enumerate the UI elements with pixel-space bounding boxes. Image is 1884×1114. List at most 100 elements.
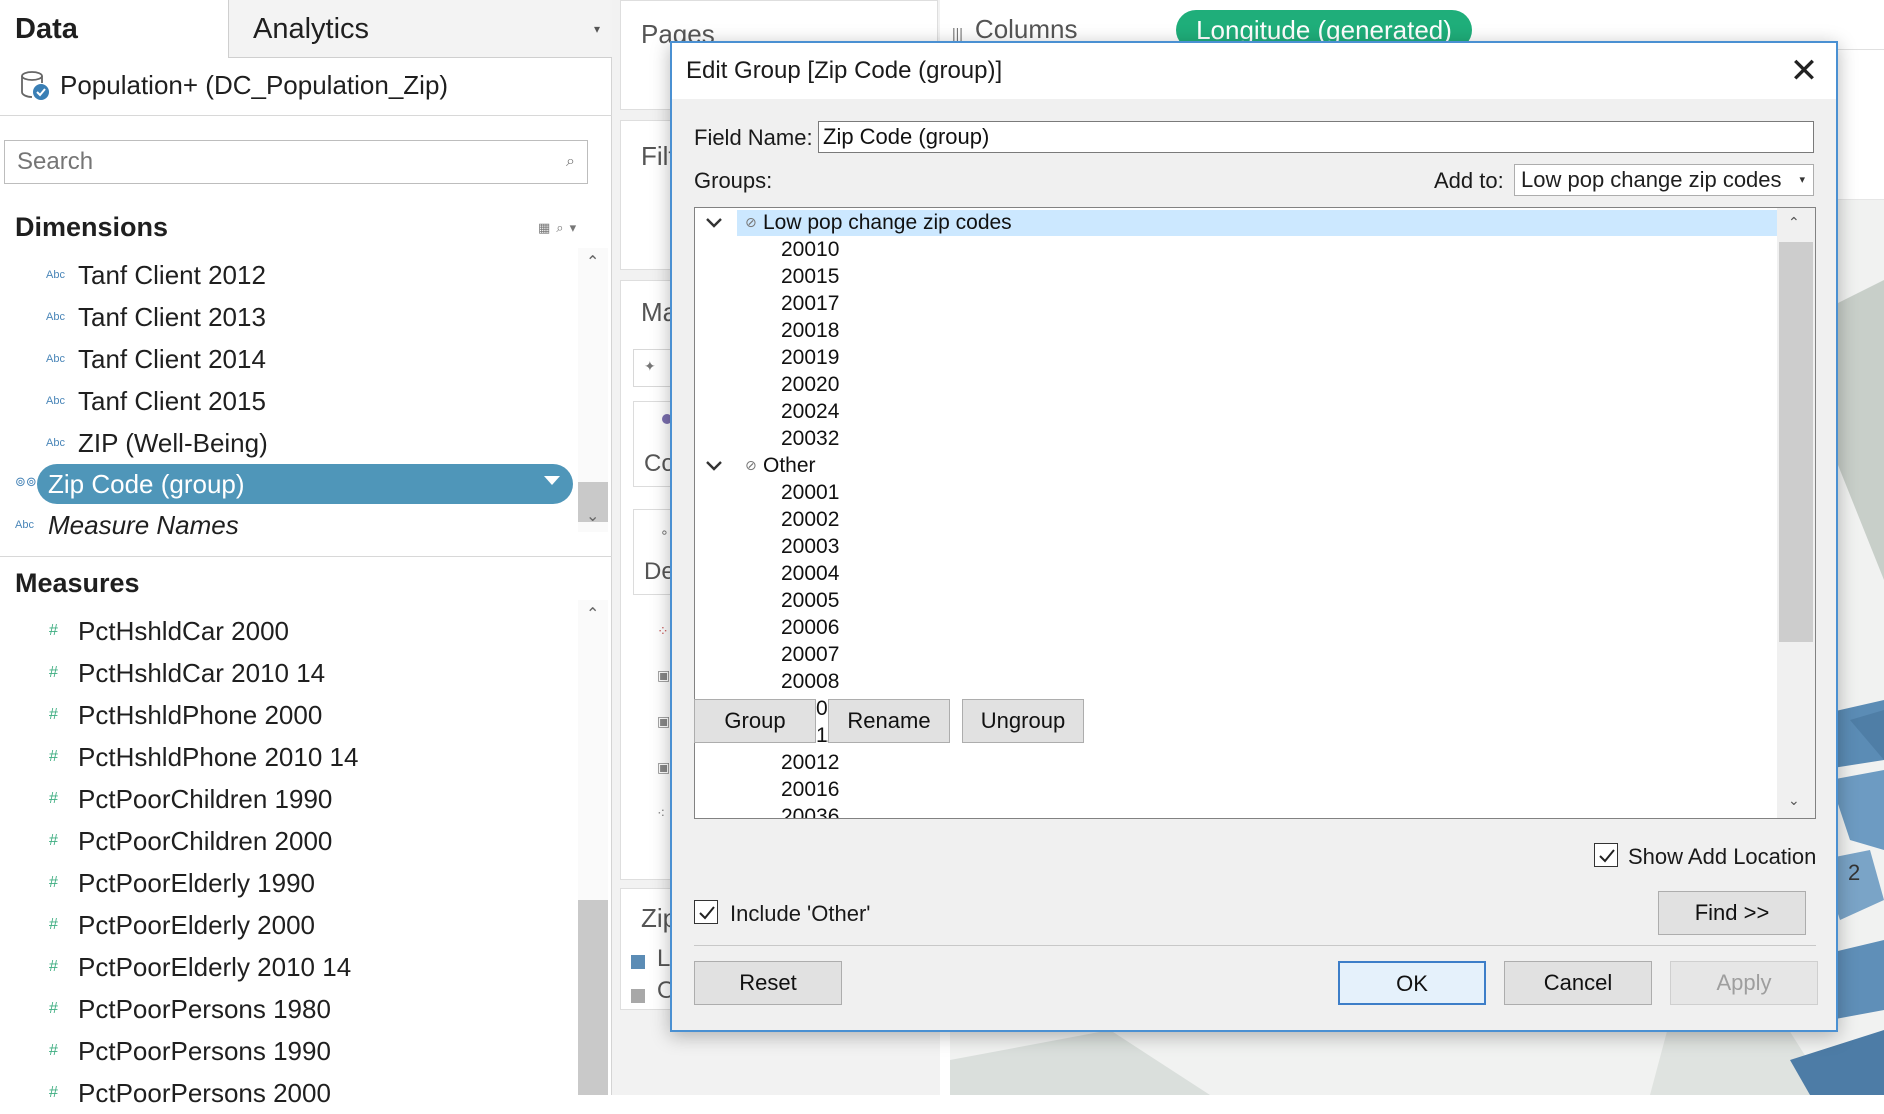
close-icon[interactable]: ✕: [1784, 51, 1824, 91]
measures-scroll-thumb[interactable]: [578, 900, 608, 1095]
group-member[interactable]: 20017: [781, 290, 839, 317]
group-node[interactable]: ⊘ Other: [695, 452, 1775, 479]
string-type-icon: Abc: [46, 437, 65, 449]
field-measure[interactable]: # PctPoorChildren 1990: [0, 778, 578, 820]
group-member[interactable]: 20001: [781, 479, 839, 506]
datasource-row[interactable]: Population+ (DC_Population_Zip): [0, 58, 612, 116]
scroll-up-icon[interactable]: ⌃: [586, 604, 599, 624]
field-measure[interactable]: # PctPoorPersons 2000: [0, 1072, 578, 1114]
group-member[interactable]: 20002: [781, 506, 839, 533]
field-measure[interactable]: # PctPoorElderly 1990: [0, 862, 578, 904]
field-name-input[interactable]: [818, 121, 1814, 153]
group-member[interactable]: 20036: [781, 803, 839, 818]
datasource-icon: [21, 71, 49, 100]
group-member[interactable]: 20020: [781, 371, 839, 398]
find-button[interactable]: Find >>: [1658, 891, 1806, 935]
field-measure[interactable]: # PctPoorElderly 2010 14: [0, 946, 578, 988]
field-label: PctHshldPhone 2010 14: [78, 742, 359, 772]
group-node[interactable]: ⊘ Low pop change zip codes: [695, 209, 1775, 236]
menu-caret-icon[interactable]: ▾: [570, 220, 583, 235]
tree-scroll-thumb[interactable]: [1779, 242, 1813, 642]
group-member[interactable]: 20016: [781, 776, 839, 803]
field-measure[interactable]: # PctPoorChildren 2000: [0, 820, 578, 862]
apply-button[interactable]: Apply: [1670, 961, 1818, 1005]
show-add-location-label: Show Add Location: [1628, 844, 1817, 869]
group-member[interactable]: 20010: [781, 236, 839, 263]
tab-analytics[interactable]: Analytics ▾: [228, 0, 612, 58]
scroll-down-icon[interactable]: ⌄: [1788, 792, 1800, 809]
number-type-icon: #: [49, 958, 58, 975]
view-icon[interactable]: ▦: [538, 220, 556, 235]
cancel-button[interactable]: Cancel: [1504, 961, 1652, 1005]
field-dimension[interactable]: Abc ZIP (Well-Being): [0, 422, 578, 464]
show-add-location-checkbox[interactable]: [1594, 843, 1618, 867]
group-button[interactable]: Group: [694, 699, 816, 743]
group-member[interactable]: 20019: [781, 344, 839, 371]
group-member[interactable]: 20006: [781, 614, 839, 641]
add-to-dropdown[interactable]: Low pop change zip codes ▾: [1514, 164, 1814, 196]
field-dimension[interactable]: Abc Tanf Client 2012: [0, 254, 578, 296]
scroll-up-icon[interactable]: ⌃: [1788, 214, 1800, 231]
group-member[interactable]: 20032: [781, 425, 839, 452]
tab-data[interactable]: Data: [0, 0, 228, 58]
columns-text: Columns: [974, 14, 1078, 44]
field-measure[interactable]: # PctHshldCar 2010 14: [0, 652, 578, 694]
group-member[interactable]: 20005: [781, 587, 839, 614]
field-dimension[interactable]: Abc Tanf Client 2013: [0, 296, 578, 338]
field-dimension[interactable]: Abc Tanf Client 2015: [0, 380, 578, 422]
group-member[interactable]: 20015: [781, 263, 839, 290]
dropdown-caret-icon: ▾: [1799, 174, 1805, 186]
field-measure[interactable]: # PctHshldPhone 2010 14: [0, 736, 578, 778]
field-label: Tanf Client 2012: [78, 260, 266, 290]
chevron-down-icon[interactable]: [705, 452, 723, 479]
checkmark-icon: [699, 906, 715, 920]
number-type-icon: #: [49, 832, 58, 849]
edit-group-dialog: Edit Group [Zip Code (group)] ✕ Field Na…: [670, 41, 1838, 1032]
number-type-icon: #: [49, 874, 58, 891]
field-measure[interactable]: # PctPoorElderly 2000: [0, 904, 578, 946]
include-other-checkbox[interactable]: [694, 900, 718, 924]
field-measure[interactable]: # PctHshldCar 2000: [0, 610, 578, 652]
map-region: [1830, 770, 1884, 850]
color-button[interactable]: Co: [633, 401, 675, 487]
group-member[interactable]: 20003: [781, 533, 839, 560]
dialog-titlebar[interactable]: Edit Group [Zip Code (group)] ✕: [672, 43, 1836, 99]
field-measure[interactable]: # PctHshldPhone 2000: [0, 694, 578, 736]
field-measure[interactable]: # PctPoorPersons 1980: [0, 988, 578, 1030]
legend-swatch-gray: [631, 989, 645, 1003]
group-member[interactable]: 20012: [781, 749, 839, 776]
mark-type-dropdown[interactable]: ✦: [633, 349, 673, 387]
search-icon[interactable]: ⌕: [566, 153, 575, 171]
legend-swatch-blue: [631, 955, 645, 969]
field-dimension[interactable]: Abc Tanf Client 2014: [0, 338, 578, 380]
group-member[interactable]: 20004: [781, 560, 839, 587]
add-to-value: Low pop change zip codes: [1521, 167, 1782, 192]
detail-button[interactable]: ∘ De: [633, 509, 675, 595]
ok-button[interactable]: OK: [1338, 961, 1486, 1005]
dialog-title: Edit Group [Zip Code (group)]: [686, 57, 1003, 84]
rename-button[interactable]: Rename: [828, 699, 950, 743]
group-member[interactable]: 20008: [781, 668, 839, 695]
find-field-icon[interactable]: ⌕: [556, 220, 569, 235]
scroll-down-icon[interactable]: ⌄: [586, 506, 599, 526]
field-measure-names[interactable]: Abc Measure Names: [0, 504, 578, 546]
field-label: PctPoorElderly 1990: [78, 868, 316, 898]
group-member[interactable]: 20018: [781, 317, 839, 344]
dimensions-toolbar[interactable]: ▦⌕▾: [538, 220, 582, 236]
tab-menu-caret-icon[interactable]: ▾: [594, 0, 600, 58]
field-label: Tanf Client 2013: [78, 302, 266, 332]
field-menu-caret-icon[interactable]: [544, 476, 560, 485]
group-member[interactable]: 20007: [781, 641, 839, 668]
field-name-label: Field Name:: [694, 125, 813, 150]
string-type-icon: Abc: [15, 519, 34, 531]
chevron-down-icon[interactable]: [705, 209, 723, 236]
number-type-icon: #: [49, 748, 58, 765]
group-member[interactable]: 20024: [781, 398, 839, 425]
ungroup-button[interactable]: Ungroup: [962, 699, 1084, 743]
field-measure[interactable]: # PctPoorPersons 1990: [0, 1030, 578, 1072]
field-label: ZIP (Well-Being): [78, 428, 268, 458]
search-input[interactable]: [4, 140, 588, 184]
scroll-up-icon[interactable]: ⌃: [586, 252, 599, 272]
reset-button[interactable]: Reset: [694, 961, 842, 1005]
detail-icon: ∘: [660, 524, 669, 540]
